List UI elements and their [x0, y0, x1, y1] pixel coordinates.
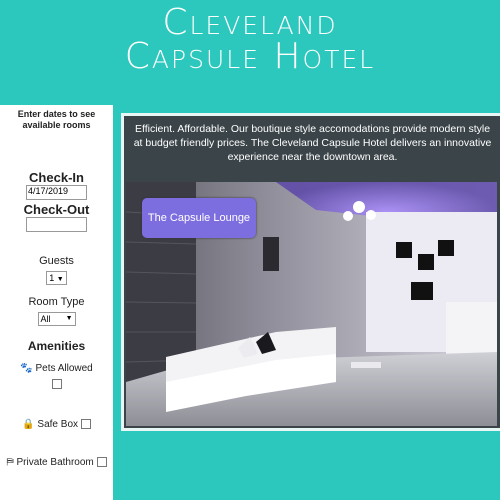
lounge-photo: The Capsule Lounge [126, 182, 497, 426]
amenities-heading: Amenities [27, 339, 86, 353]
checkout-input[interactable] [26, 217, 87, 232]
lock-icon: 🔒 [22, 419, 35, 430]
safe-box-checkbox[interactable] [80, 419, 91, 430]
hotel-title-line2: Capsule Hotel [124, 36, 376, 77]
date-prompt: Enter dates to see available rooms [17, 109, 96, 130]
checkin-label: Check-In [29, 170, 84, 185]
amenity-label: Private Bathroom [16, 457, 94, 468]
search-sidebar: Enter dates to see available rooms Check… [0, 105, 113, 500]
guests-select[interactable]: 1 ▼ [46, 271, 67, 285]
header-banner: Cleveland Capsule Hotel [0, 0, 500, 100]
hotel-title-line1: Cleveland [162, 2, 338, 43]
checkin-input[interactable]: 4/17/2019 [26, 185, 87, 200]
guests-value: 1 [49, 273, 55, 283]
checkout-label: Check-Out [23, 202, 90, 217]
room-type-select[interactable]: All ▼ [37, 312, 76, 326]
hotel-description: Efficient. Affordable. Our boutique styl… [133, 123, 492, 163]
capsule-lounge-button[interactable]: The Capsule Lounge [142, 198, 256, 238]
amenity-private-bathroom: ⛿ Private Bathroom [0, 457, 113, 469]
private-bathroom-checkbox[interactable] [96, 457, 107, 468]
amenity-safe-box: 🔒 Safe Box [0, 419, 113, 431]
amenity-label: Pets Allowed [35, 363, 93, 374]
main-panel: Efficient. Affordable. Our boutique styl… [121, 113, 500, 431]
chevron-down-icon: ▼ [56, 276, 64, 283]
bath-icon: ⛿ [6, 457, 14, 468]
amenity-label: Safe Box [37, 419, 79, 430]
guests-label: Guests [39, 255, 74, 267]
room-type-value: All [40, 314, 51, 324]
amenity-pets: 🐾 Pets Allowed [0, 363, 113, 375]
paw-icon: 🐾 [20, 363, 33, 374]
chevron-down-icon: ▼ [65, 315, 73, 322]
pets-checkbox[interactable] [51, 378, 62, 389]
room-type-label: Room Type [28, 296, 85, 308]
